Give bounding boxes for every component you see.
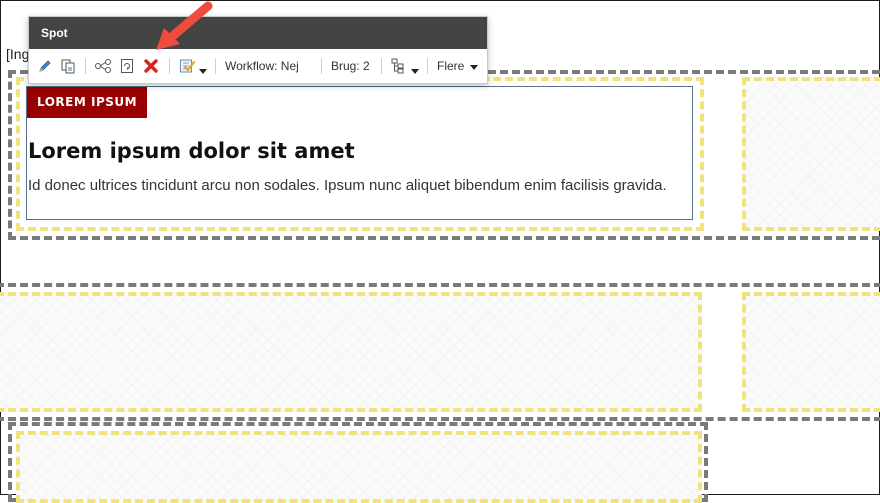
category-badge: LOREM IPSUM [27, 87, 148, 118]
chevron-down-icon[interactable] [199, 62, 207, 80]
more-menu-label: Flere [437, 59, 465, 73]
toolbar-separator [169, 58, 170, 74]
pencil-edit-icon[interactable] [37, 57, 53, 75]
toolbar-separator [427, 58, 428, 74]
teaser-headline[interactable]: Lorem ipsum dolor sit amet [28, 139, 355, 163]
chevron-down-icon [470, 57, 479, 75]
toolbar-separator [215, 58, 216, 74]
teaser-body: Id donec ultrices tincidunt arcu non sod… [28, 177, 667, 194]
spot-slot-top-right[interactable] [742, 77, 880, 231]
toolbar-separator [381, 58, 382, 74]
refresh-page-icon[interactable] [120, 57, 134, 75]
toolbar-separator [85, 58, 86, 74]
usage-count[interactable]: Brug: 2 [331, 57, 370, 75]
chevron-down-icon[interactable] [411, 62, 419, 80]
workflow-status[interactable]: Workflow: Nej [225, 57, 299, 75]
toolbar-row: Workflow: Nej Brug: 2 Flere [29, 49, 487, 83]
annotation-arrow-icon [156, 1, 213, 50]
more-menu-button[interactable]: Flere [437, 57, 479, 75]
page-partial-text: [Ing [6, 46, 30, 62]
toolbar-separator [321, 58, 322, 74]
spot-slot-bottom[interactable] [16, 431, 702, 503]
structure-icon[interactable] [94, 57, 112, 75]
copy-page-icon[interactable] [60, 57, 76, 75]
teaser-block[interactable]: LOREM IPSUM Lorem ipsum dolor sit amet I… [26, 86, 693, 220]
toolbar-title: Spot [29, 17, 487, 49]
spot-slot-middle-right[interactable] [742, 292, 880, 412]
spot-toolbar: Spot Workflow: Nej Brug: 2 Flere [28, 16, 488, 84]
hierarchy-tree-icon[interactable] [391, 57, 405, 75]
spot-slot-middle-left[interactable] [0, 292, 702, 412]
